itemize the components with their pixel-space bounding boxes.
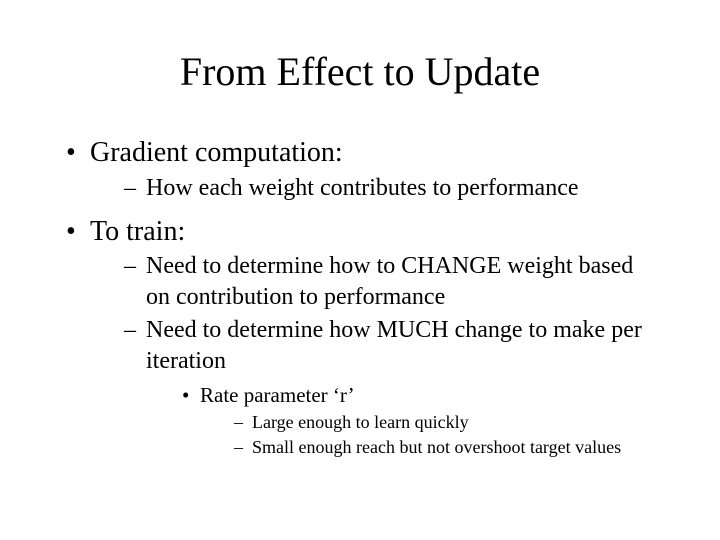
bullet-text: Large enough to learn quickly xyxy=(252,412,469,432)
list-item: Need to determine how MUCH change to mak… xyxy=(120,315,660,459)
list-item: To train: Need to determine how to CHANG… xyxy=(60,214,660,460)
bullet-list: Need to determine how to CHANGE weight b… xyxy=(90,251,660,459)
list-item: Rate parameter ‘r’ Large enough to learn… xyxy=(176,382,660,459)
slide: From Effect to Update Gradient computati… xyxy=(0,0,720,540)
bullet-list: Large enough to learn quickly Small enou… xyxy=(200,411,660,459)
bullet-list: Rate parameter ‘r’ Large enough to learn… xyxy=(146,382,660,459)
list-item: Large enough to learn quickly xyxy=(230,411,660,434)
bullet-text: Small enough reach but not overshoot tar… xyxy=(252,437,621,457)
bullet-text: Need to determine how MUCH change to mak… xyxy=(146,317,642,374)
slide-content: Gradient computation: How each weight co… xyxy=(0,105,720,459)
bullet-list: Gradient computation: How each weight co… xyxy=(60,135,660,459)
bullet-list: How each weight contributes to performan… xyxy=(90,173,660,204)
list-item: How each weight contributes to performan… xyxy=(120,173,660,204)
list-item: Need to determine how to CHANGE weight b… xyxy=(120,251,660,312)
list-item: Small enough reach but not overshoot tar… xyxy=(230,436,660,459)
bullet-text: How each weight contributes to performan… xyxy=(146,175,579,201)
list-item: Gradient computation: How each weight co… xyxy=(60,135,660,204)
slide-title: From Effect to Update xyxy=(0,0,720,105)
bullet-text: Need to determine how to CHANGE weight b… xyxy=(146,253,633,310)
bullet-text: To train: xyxy=(90,216,185,247)
bullet-text: Gradient computation: xyxy=(90,137,343,168)
bullet-text: Rate parameter ‘r’ xyxy=(200,383,355,407)
